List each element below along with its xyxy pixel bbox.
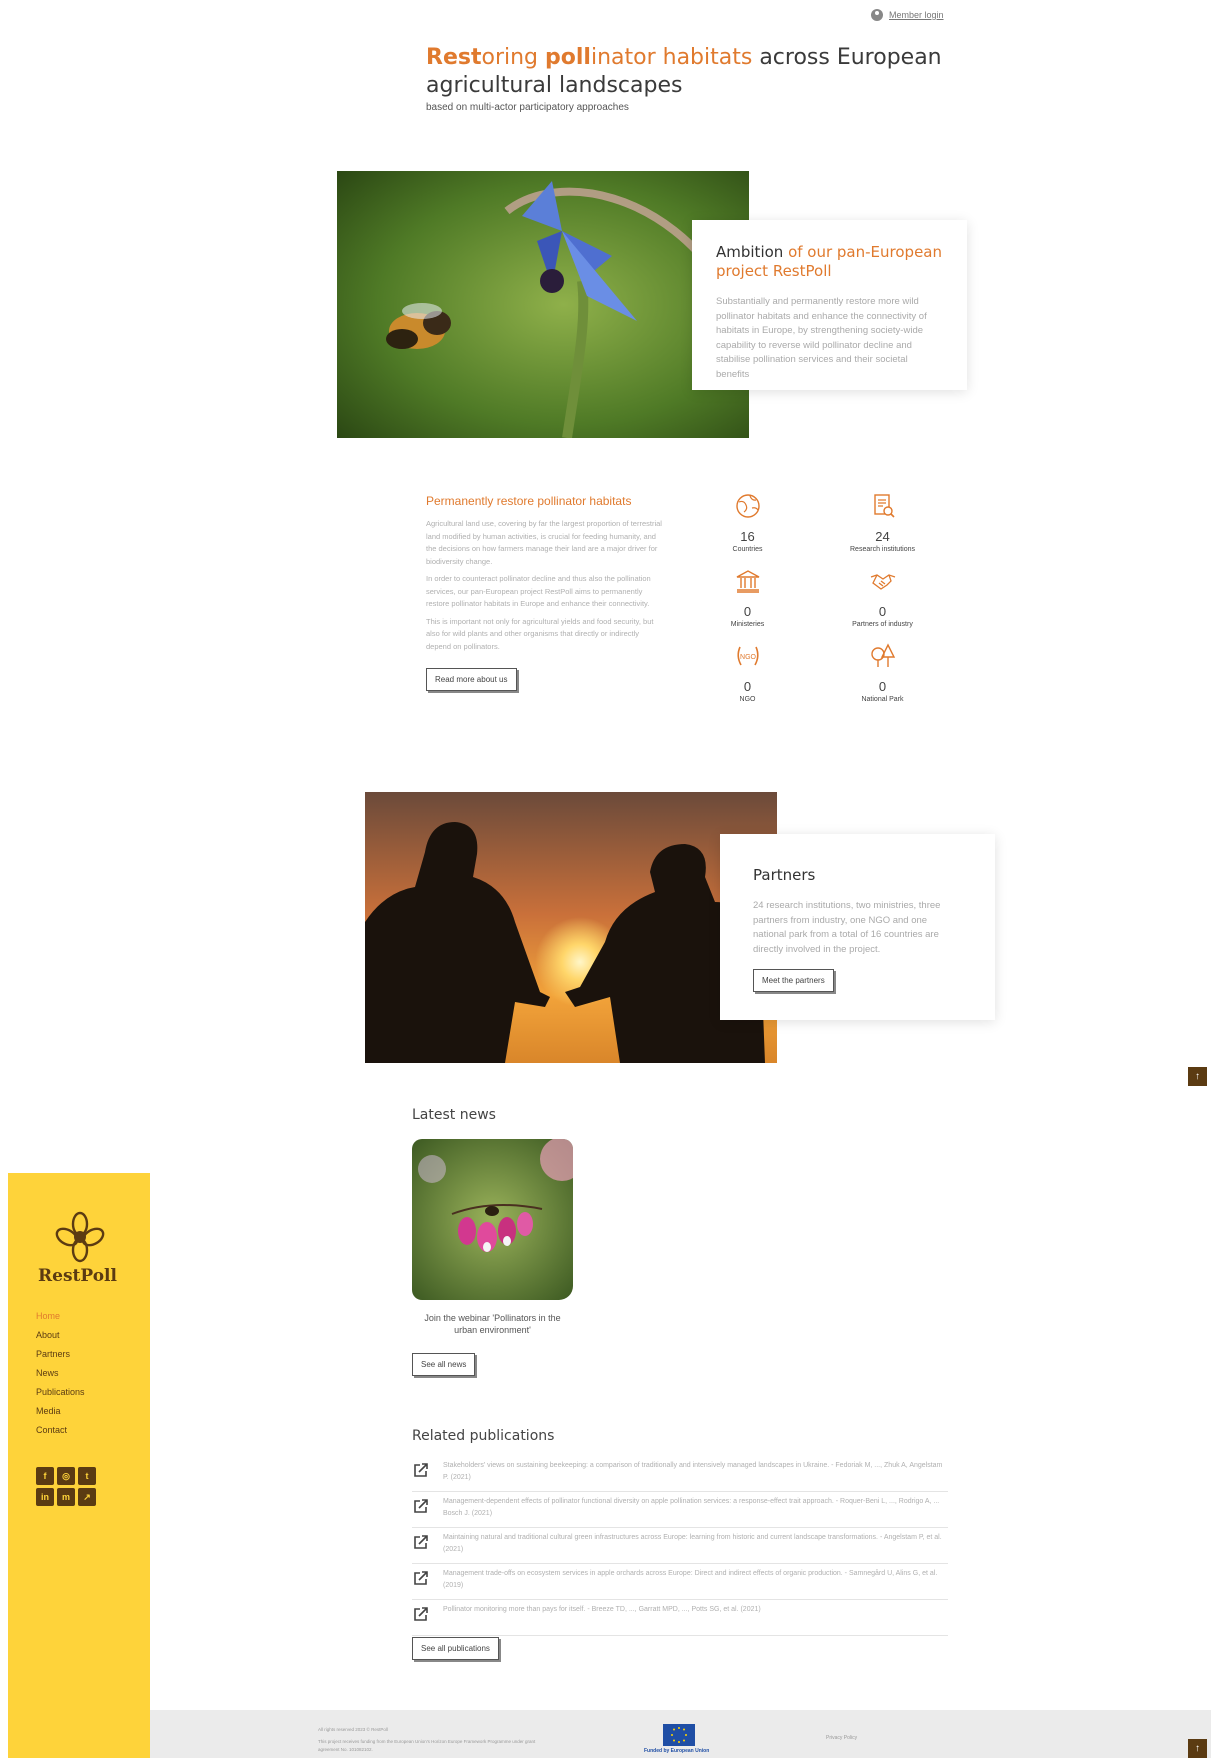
restore-paragraph: Agricultural land use, covering by far t… xyxy=(426,519,662,566)
external-link-icon xyxy=(414,1499,428,1513)
stats-grid: 16 Countries 24 Research institutions 0 … xyxy=(680,492,950,703)
read-more-about-button[interactable]: Read more about us xyxy=(426,668,517,691)
publication-item[interactable]: Management trade-offs on ecosystem servi… xyxy=(412,1564,948,1600)
brand-name[interactable]: RestPoll xyxy=(38,1266,117,1286)
stat-value: 24 xyxy=(875,529,890,544)
svg-text:NGO: NGO xyxy=(740,654,757,661)
nav-item-news[interactable]: News xyxy=(36,1368,85,1387)
restore-section: Permanently restore pollinator habitats … xyxy=(426,494,666,691)
ambition-title: Ambition of our pan-European project Res… xyxy=(716,243,942,280)
privacy-policy-link[interactable]: Privacy Policy xyxy=(826,1735,857,1741)
handshake-photo xyxy=(365,792,777,1063)
publication-text: Pollinator monitoring more than pays for… xyxy=(443,1606,761,1613)
nav-item-media[interactable]: Media xyxy=(36,1406,85,1425)
arrow-up-icon: ↑ xyxy=(1195,1071,1200,1082)
publication-text: Maintaining natural and traditional cult… xyxy=(443,1534,942,1553)
stat-label: Ministeries xyxy=(730,621,765,628)
publication-item[interactable]: Maintaining natural and traditional cult… xyxy=(412,1528,948,1564)
member-login-link[interactable]: Member login xyxy=(871,9,944,21)
stat-label: Countries xyxy=(732,546,763,553)
twitter-icon[interactable]: t xyxy=(78,1467,96,1485)
stat-label: NGO xyxy=(739,696,756,703)
facebook-icon[interactable]: f xyxy=(36,1467,54,1485)
stat-value: 0 xyxy=(878,679,887,694)
sidebar: RestPoll Home About Partners News Public… xyxy=(8,1173,150,1758)
ministry-building-icon xyxy=(736,570,759,593)
nav-item-partners[interactable]: Partners xyxy=(36,1349,85,1368)
partners-title: Partners xyxy=(753,866,816,884)
stat-value: 16 xyxy=(740,529,755,544)
bee-flower-photo xyxy=(337,171,749,438)
latest-news-title: Latest news xyxy=(412,1107,496,1123)
stat-partners-of-industry: 0 Partners of industry xyxy=(815,567,950,628)
publication-text: Management trade-offs on ecosystem servi… xyxy=(443,1570,938,1589)
news-image[interactable] xyxy=(412,1139,573,1300)
handshake-icon xyxy=(870,574,895,590)
external-link-icon xyxy=(414,1571,428,1585)
stat-ministeries: 0 Ministeries xyxy=(680,567,815,628)
hero-subtitle: based on multi-actor participatory appro… xyxy=(426,102,629,113)
footer: All rights reserved 2023 © RestPoll This… xyxy=(150,1710,1211,1758)
member-login-label: Member login xyxy=(889,10,944,20)
ambition-text: Substantially and permanently restore mo… xyxy=(716,296,927,380)
publication-item[interactable]: Pollinator monitoring more than pays for… xyxy=(412,1600,948,1636)
social-links: f ◎ t in m ↗ xyxy=(36,1467,96,1506)
instagram-icon[interactable]: ◎ xyxy=(57,1467,75,1485)
external-link-icon xyxy=(414,1535,428,1549)
eu-funding-label: Funded by European Union xyxy=(644,1748,710,1754)
restpoll-logo-icon[interactable] xyxy=(54,1211,106,1263)
news-item-caption[interactable]: Join the webinar 'Pollinators in the urb… xyxy=(412,1312,573,1336)
arrow-up-icon: ↑ xyxy=(1195,1743,1200,1754)
external-link-icon xyxy=(414,1607,428,1621)
hero-title: Restoring pollinator habitats across Eur… xyxy=(426,45,942,98)
external-link-icon[interactable]: ↗ xyxy=(78,1488,96,1506)
scroll-to-top-button[interactable]: ↑ xyxy=(1188,1739,1207,1758)
scroll-to-top-button[interactable]: ↑ xyxy=(1188,1067,1207,1086)
stat-value: 0 xyxy=(743,604,752,619)
globe-icon xyxy=(735,494,760,518)
eu-flag-icon xyxy=(663,1724,695,1746)
mastodon-icon[interactable]: m xyxy=(57,1488,75,1506)
footer-info: All rights reserved 2023 © RestPoll This… xyxy=(318,1726,548,1754)
research-document-icon xyxy=(873,494,895,518)
hero-section: Restoring pollinator habitats across Eur… xyxy=(426,44,946,113)
external-link-icon xyxy=(414,1463,428,1477)
ngo-laurel-icon: NGO xyxy=(736,646,759,666)
stat-label: Partners of industry xyxy=(852,621,913,628)
ambition-card: Ambition of our pan-European project Res… xyxy=(692,220,967,390)
publication-text: Management-dependent effects of pollinat… xyxy=(443,1498,940,1517)
publications-list: Stakeholders' views on sustaining beekee… xyxy=(412,1456,948,1636)
linkedin-icon[interactable]: in xyxy=(36,1488,54,1506)
stat-label: Research institutions xyxy=(850,546,915,553)
meet-the-partners-button[interactable]: Meet the partners xyxy=(753,969,834,992)
publication-item[interactable]: Stakeholders' views on sustaining beekee… xyxy=(412,1456,948,1492)
publication-item[interactable]: Management-dependent effects of pollinat… xyxy=(412,1492,948,1528)
stat-value: 0 xyxy=(743,679,752,694)
see-all-news-button[interactable]: See all news xyxy=(412,1353,476,1376)
see-all-publications-button[interactable]: See all publications xyxy=(412,1637,499,1660)
partners-card: Partners 24 research institutions, two m… xyxy=(720,834,995,1020)
sidebar-nav: Home About Partners News Publications Me… xyxy=(36,1311,85,1444)
trees-icon xyxy=(870,643,895,667)
footer-copyright: All rights reserved 2023 © RestPoll xyxy=(318,1727,388,1732)
stat-countries: 16 Countries xyxy=(680,492,815,553)
restore-title: Permanently restore pollinator habitats xyxy=(426,494,632,508)
nav-item-contact[interactable]: Contact xyxy=(36,1425,85,1444)
related-publications-title: Related publications xyxy=(412,1428,555,1444)
nav-item-home[interactable]: Home xyxy=(36,1311,85,1330)
restore-paragraph: In order to counteract pollinator declin… xyxy=(426,574,651,608)
stat-national-park: 0 National Park xyxy=(815,642,950,703)
user-icon xyxy=(871,9,883,21)
stat-label: National Park xyxy=(861,696,904,703)
publication-text: Stakeholders' views on sustaining beekee… xyxy=(443,1462,943,1481)
nav-item-about[interactable]: About xyxy=(36,1330,85,1349)
restore-paragraph: This is important not only for agricultu… xyxy=(426,616,654,651)
partners-text: 24 research institutions, two ministries… xyxy=(753,900,941,955)
stat-value: 0 xyxy=(878,604,887,619)
stat-ngo: NGO 0 NGO xyxy=(680,642,815,703)
stat-research-institutions: 24 Research institutions xyxy=(815,492,950,553)
footer-funding-text: This project receives funding from the E… xyxy=(318,1739,536,1752)
nav-item-publications[interactable]: Publications xyxy=(36,1387,85,1406)
